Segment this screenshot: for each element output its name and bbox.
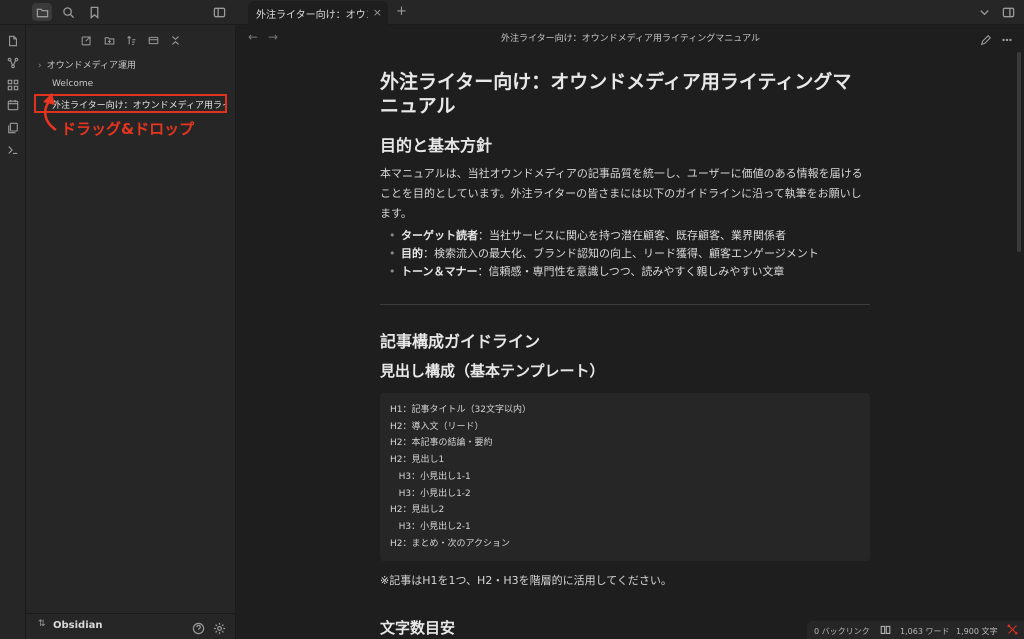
tab-list-button[interactable] <box>974 3 994 21</box>
tab-close-button[interactable]: × <box>373 6 382 19</box>
heading-structure: 記事構成ガイドライン <box>380 332 541 351</box>
sort-icon <box>126 35 135 45</box>
char-count: 1,900 文字 <box>956 627 998 636</box>
collapse-all-button[interactable] <box>168 33 182 47</box>
list-item-text: ：当社サービスに関心を持つ潜在顧客、既存顧客、業界関係者 <box>478 229 786 242</box>
heading-purpose: 目的と基本方針 <box>380 136 493 155</box>
ribbon-graph-button[interactable] <box>5 55 21 71</box>
chevron-up-down-icon: ⇅ <box>38 619 46 629</box>
help-icon <box>192 622 205 635</box>
new-folder-button[interactable] <box>102 33 116 47</box>
code-line: H3：小見出し2-1 <box>390 521 471 532</box>
tab-active-note[interactable]: 外注ライター向け：オウンドメディア用ライティングマニュアル × <box>248 1 388 25</box>
code-line: H3：小見出し1-1 <box>390 471 471 482</box>
sidebar-right-icon <box>1002 7 1014 17</box>
reveal-icon <box>148 36 158 44</box>
note-content: 外注ライター向け：オウンドメディア用ライティングマニュアル 目的と基本方針 本マ… <box>380 70 870 637</box>
code-line: H3：小見出し1-2 <box>390 488 471 499</box>
folder-icon <box>36 8 48 17</box>
code-block: H1：記事タイトル（32文字以内） H2：導入文（リード） H2：本記事の結論・… <box>380 393 870 562</box>
ribbon-templates-button[interactable] <box>5 120 21 136</box>
bookmarks-button[interactable] <box>84 3 104 21</box>
new-tab-button[interactable]: + <box>396 4 407 19</box>
more-options-button[interactable] <box>1001 31 1014 44</box>
bookmark-icon <box>90 6 98 19</box>
code-line: H2：見出し1 <box>390 455 445 466</box>
reading-view-icon[interactable] <box>880 624 891 637</box>
edit-mode-button[interactable] <box>980 31 993 46</box>
vault-name[interactable]: Obsidian <box>53 620 103 631</box>
more-icon <box>1002 38 1012 42</box>
code-line: H1：記事タイトル（32文字以内） <box>390 405 531 415</box>
list-item-text: ：検索流入の最大化、ブランド認知の向上、リード獲得、顧客エンゲージメント <box>423 247 819 260</box>
code-line: H2：見出し2 <box>390 505 445 516</box>
backlinks-count[interactable]: 0 バックリンク <box>814 626 870 637</box>
sync-status-icon[interactable] <box>1007 624 1018 637</box>
status-bar: 0 バックリンク 1,063 ワード 1,900 文字 <box>807 621 1024 639</box>
scrollbar[interactable] <box>1017 52 1021 252</box>
ribbon-command-palette-button[interactable] <box>5 142 21 158</box>
file-explorer-toolbar <box>26 31 236 49</box>
title-bar: 外注ライター向け：オウンドメディア用ライティングマニュアル × + <box>0 0 1024 25</box>
gear-icon <box>213 622 226 635</box>
edit-icon <box>81 35 91 45</box>
list-item: トーン＆マナー：信頼感・専門性を意識しつつ、読みやすく親しみやすい文章 <box>380 263 819 281</box>
files-tab-button[interactable] <box>32 3 52 21</box>
folder-plus-icon <box>104 36 114 45</box>
vault-switcher: ⇅ Obsidian <box>26 613 236 639</box>
new-note-button[interactable] <box>79 33 93 47</box>
auto-reveal-button[interactable] <box>146 33 160 47</box>
heading-template: 見出し構成（基本テンプレート） <box>380 362 605 380</box>
search-icon <box>62 6 74 18</box>
ribbon-new-note-button[interactable] <box>5 33 21 49</box>
sidebar-left-icon <box>213 7 225 17</box>
folder-label: オウンドメディア運用 <box>46 61 136 71</box>
search-button[interactable] <box>58 3 78 21</box>
view-header: ← → 外注ライター向け：オウンドメディア用ライティングマニュアル <box>237 25 1024 50</box>
collapse-icon <box>171 35 179 45</box>
terminal-icon <box>8 146 18 154</box>
list-item-label: 目的 <box>401 247 423 260</box>
toggle-right-sidebar-button[interactable] <box>998 3 1018 21</box>
list-item: ターゲット読者：当社サービスに関心を持つ潜在顧客、既存顧客、業界関係者 <box>380 227 819 245</box>
note-text: ※記事はH1を1つ、H2・H3を階層的に活用してください。 <box>380 574 672 587</box>
folder-item[interactable]: › オウンドメディア運用 <box>38 58 136 71</box>
view-title[interactable]: 外注ライター向け：オウンドメディア用ライティングマニュアル <box>237 31 1024 44</box>
divider <box>380 304 870 305</box>
list-item: 目的：検索流入の最大化、ブランド認知の向上、リード獲得、顧客エンゲージメント <box>380 245 819 263</box>
list-item-label: トーン＆マナー <box>401 265 478 278</box>
sort-button[interactable] <box>124 33 138 47</box>
code-line: H2：本記事の結論・要約 <box>390 438 493 449</box>
code-line: H2：まとめ・次のアクション <box>390 538 511 549</box>
list-item-text: ：信頼感・専門性を意識しつつ、読みやすく親しみやすい文章 <box>477 265 785 278</box>
toggle-left-sidebar-button[interactable] <box>209 3 229 21</box>
pencil-icon <box>980 34 992 46</box>
ribbon-daily-note-button[interactable] <box>5 97 21 113</box>
chevron-down-icon <box>979 9 989 15</box>
intro-paragraph: 本マニュアルは、当社オウンドメディアの記事品質を統一し、ユーザーに価値のある情報… <box>380 167 863 220</box>
guideline-list: ターゲット読者：当社サービスに関心を持つ潜在顧客、既存顧客、業界関係者 目的：検… <box>380 227 819 281</box>
grid-icon <box>7 79 19 91</box>
ribbon-canvas-button[interactable] <box>5 77 21 93</box>
word-count: 1,063 ワード <box>900 627 950 636</box>
chevron-right-icon: › <box>38 61 42 71</box>
code-line: H2：導入文（リード） <box>390 421 484 432</box>
heading-wordcount: 文字数目安 <box>380 619 456 637</box>
graph-icon <box>7 57 19 69</box>
file-explorer: ›オウンドメディア運用 Welcome 外注ライター向け：オウンドメディア用ライ… <box>26 25 236 639</box>
ribbon <box>0 25 26 639</box>
tab-title: 外注ライター向け：オウンドメディア用ライティングマニュアル <box>256 9 368 21</box>
files-icon <box>9 35 17 47</box>
help-button[interactable] <box>192 620 205 635</box>
list-item-label: ターゲット読者 <box>401 229 478 242</box>
drag-drop-annotation: ドラッグ&ドロップ <box>61 120 195 138</box>
copy-icon <box>8 122 18 134</box>
page-title: 外注ライター向け：オウンドメディア用ライティングマニュアル <box>380 71 852 117</box>
calendar-icon <box>7 99 19 111</box>
settings-button[interactable] <box>213 620 226 635</box>
